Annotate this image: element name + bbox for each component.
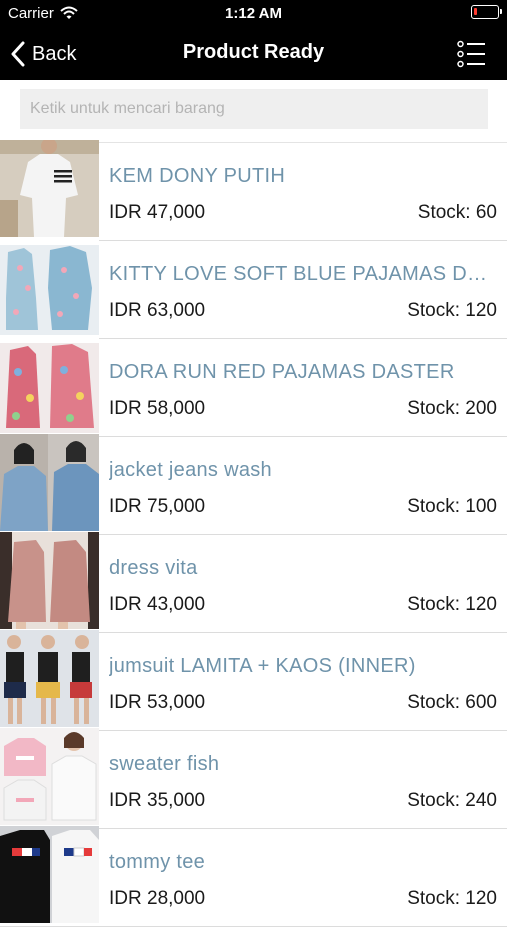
product-stock: Stock: 120 (407, 594, 497, 615)
product-stock: Stock: 120 (407, 888, 497, 909)
product-item[interactable]: tommy tee IDR 28,000 Stock: 120 (0, 826, 507, 927)
product-name: DORA RUN RED PAJAMAS DASTER (109, 361, 455, 383)
search-bar (0, 80, 507, 143)
product-thumbnail (0, 336, 99, 433)
product-name: KITTY LOVE SOFT BLUE PAJAMAS DASTER (109, 263, 494, 285)
product-name: dress vita (109, 557, 198, 579)
product-thumbnail (0, 630, 99, 727)
search-input[interactable] (20, 89, 488, 129)
product-item[interactable]: dress vita IDR 43,000 Stock: 120 (0, 532, 507, 633)
product-stock: Stock: 240 (407, 790, 497, 811)
product-stock: Stock: 600 (407, 692, 497, 713)
product-price: IDR 58,000 (109, 398, 206, 419)
product-thumbnail (0, 728, 99, 825)
battery-icon (471, 5, 502, 19)
product-thumbnail (0, 826, 99, 923)
product-price: IDR 35,000 (109, 790, 206, 811)
navigation-bar: Back Product Ready (0, 28, 507, 80)
list-icon (457, 40, 485, 68)
status-time: 1:12 AM (225, 5, 282, 22)
product-thumbnail (0, 140, 99, 237)
product-thumbnail (0, 238, 99, 335)
product-price: IDR 53,000 (109, 692, 206, 713)
product-thumbnail (0, 434, 99, 531)
product-item[interactable]: jacket jeans wash IDR 75,000 Stock: 100 (0, 434, 507, 535)
product-item[interactable]: KITTY LOVE SOFT BLUE PAJAMAS DASTER IDR … (0, 238, 507, 339)
product-item[interactable]: sweater fish IDR 35,000 Stock: 240 (0, 728, 507, 829)
product-price: IDR 63,000 (109, 300, 206, 321)
product-item[interactable]: jumsuit LAMITA + KAOS (INNER) IDR 53,000… (0, 630, 507, 731)
product-stock: Stock: 200 (407, 398, 497, 419)
product-stock: Stock: 120 (407, 300, 497, 321)
page-title: Product Ready (182, 41, 325, 63)
product-name: jumsuit LAMITA + KAOS (INNER) (109, 655, 416, 677)
product-price: IDR 75,000 (109, 496, 206, 517)
product-thumbnail (0, 532, 99, 629)
product-item[interactable]: KEM DONY PUTIH IDR 47,000 Stock: 60 (0, 140, 507, 241)
product-name: jacket jeans wash (109, 459, 272, 481)
product-item[interactable]: DORA RUN RED PAJAMAS DASTER IDR 58,000 S… (0, 336, 507, 437)
list-menu-button[interactable] (457, 40, 487, 68)
product-list: KEM DONY PUTIH IDR 47,000 Stock: 60 KITT… (0, 140, 507, 927)
product-price: IDR 28,000 (109, 888, 206, 909)
product-name: sweater fish (109, 753, 220, 775)
status-bar: Carrier 1:12 AM (0, 0, 507, 28)
product-name: tommy tee (109, 851, 206, 873)
product-price: IDR 43,000 (109, 594, 206, 615)
product-name: KEM DONY PUTIH (109, 165, 286, 187)
product-stock: Stock: 100 (407, 496, 497, 517)
product-price: IDR 47,000 (109, 202, 206, 223)
product-stock: Stock: 60 (417, 202, 497, 223)
